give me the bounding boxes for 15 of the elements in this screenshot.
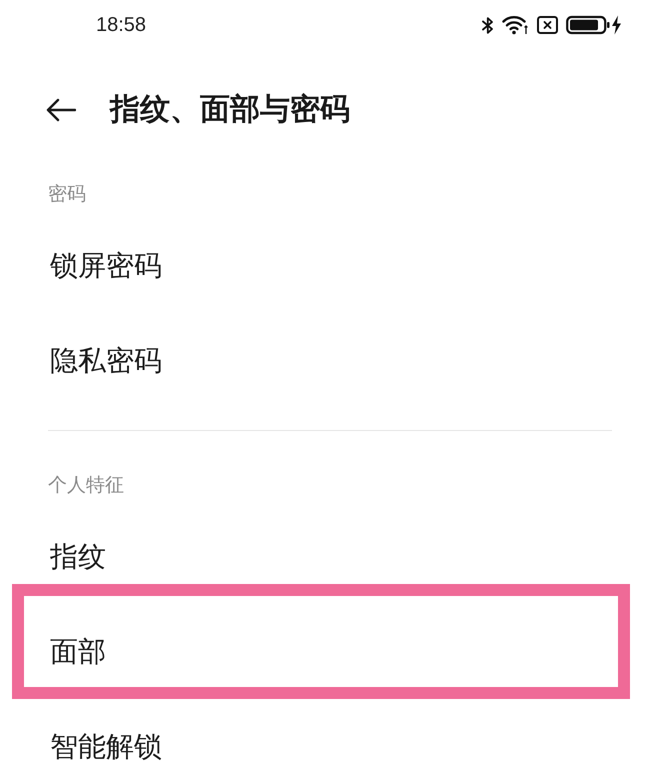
settings-item[interactable]: 隐私密码	[50, 341, 612, 381]
back-button[interactable]	[46, 98, 76, 122]
section-title: 密码	[48, 182, 87, 207]
battery-charging-icon	[566, 15, 622, 35]
wifi-icon	[502, 15, 529, 35]
page-title: 指纹、面部与密码	[110, 91, 350, 129]
bluetooth-icon	[482, 16, 494, 34]
settings-item[interactable]: 锁屏密码	[50, 246, 612, 286]
settings-item[interactable]: 面部	[50, 632, 612, 672]
no-sim-icon	[537, 16, 558, 34]
back-arrow-icon	[46, 98, 76, 122]
status-time: 18:58	[96, 13, 146, 37]
settings-item[interactable]: 智能解锁	[50, 727, 612, 767]
settings-item[interactable]: 指纹	[50, 537, 612, 577]
section-title: 个人特征	[48, 473, 125, 498]
